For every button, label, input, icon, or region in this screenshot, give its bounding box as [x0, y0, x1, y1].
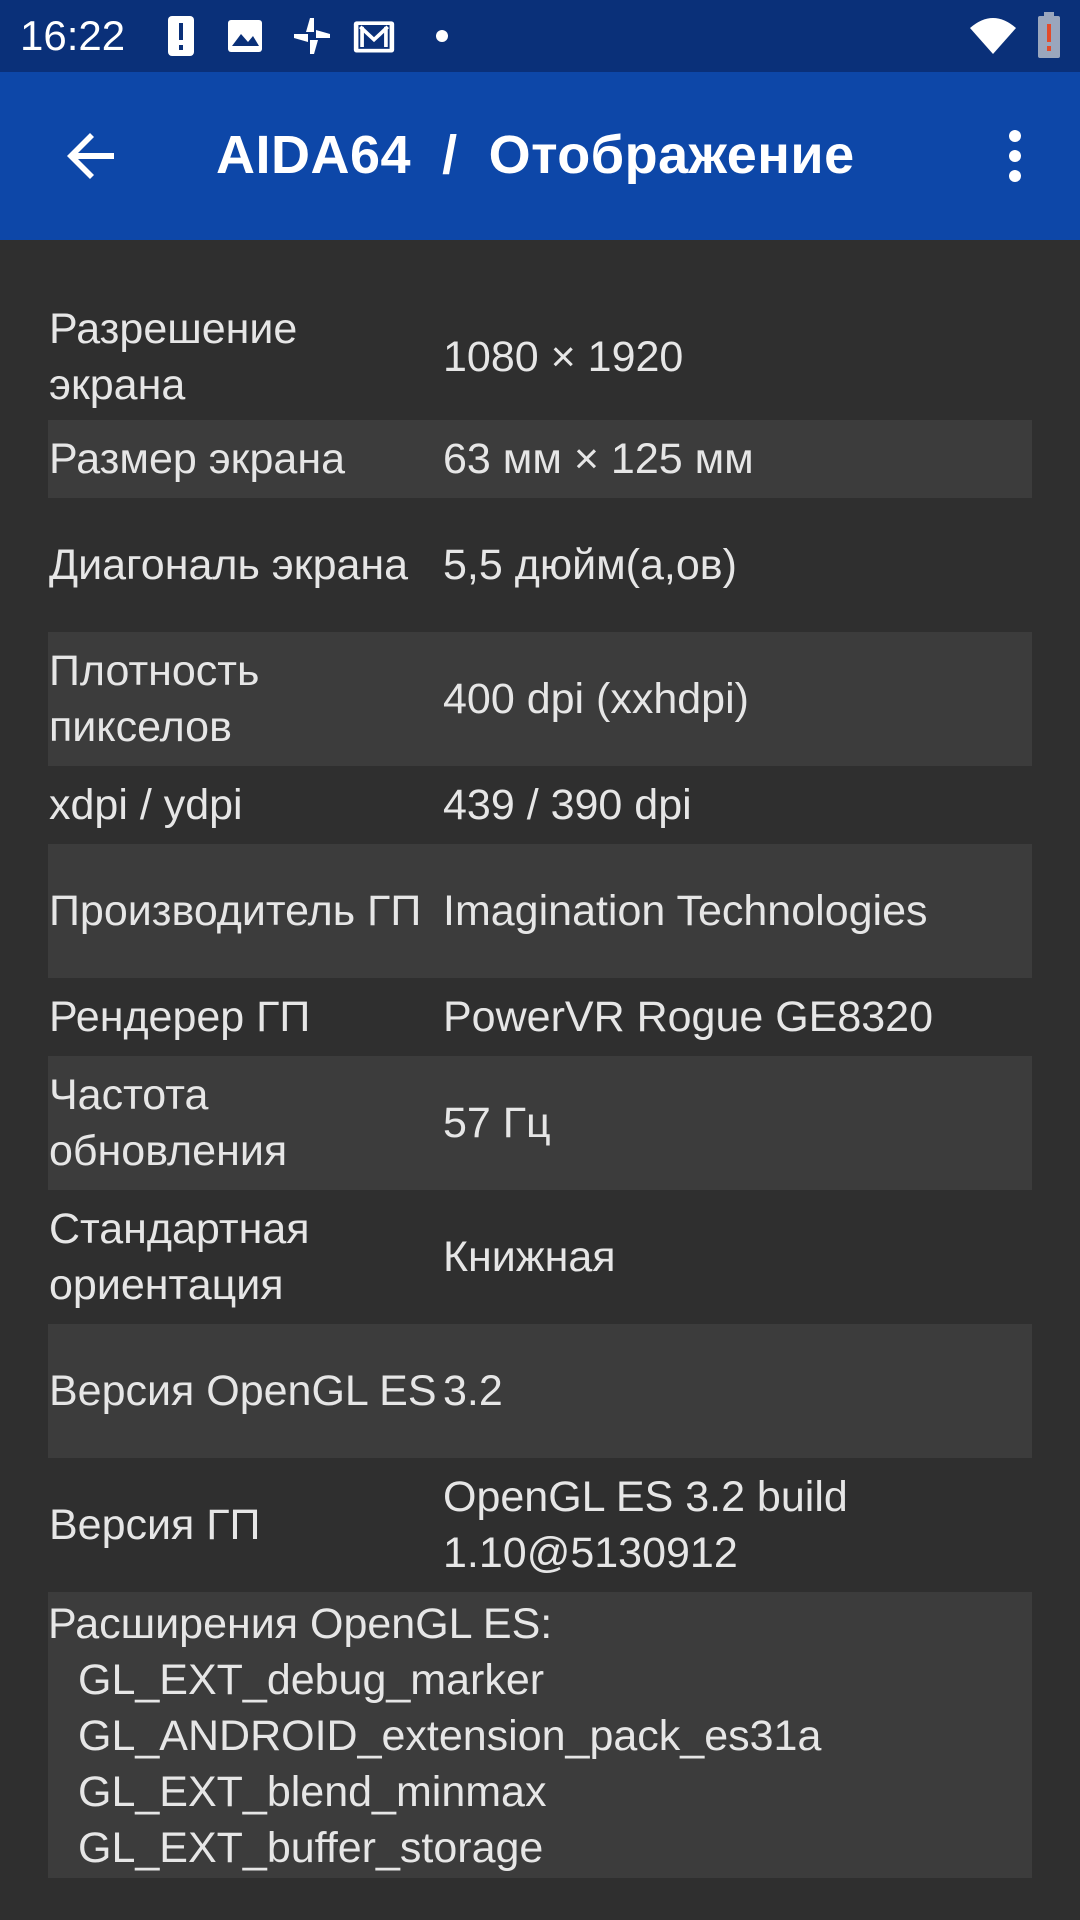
status-time: 16:22 [20, 12, 126, 59]
list-item-screen-size: Размер экрана 63 мм × 125 мм [48, 420, 1032, 498]
pinwheel-icon [294, 18, 330, 54]
row-value: PowerVR Rogue GE8320 [443, 993, 934, 1041]
status-bar: 16:22 [0, 0, 1080, 72]
row-label: Стандартная ориентация [49, 1205, 310, 1309]
row-label: Версия ГП [49, 1501, 261, 1549]
list-item-xdpi-ydpi: xdpi / ydpi 439 / 390 dpi [48, 766, 1032, 844]
row-value: 63 мм × 125 мм [443, 435, 754, 483]
info-list: Разрешение экрана 1080 × 1920 Размер экр… [48, 294, 1032, 1878]
row-label: Размер экрана [49, 435, 345, 483]
row-label: Разрешение экрана [49, 305, 298, 409]
row-label: Частота обновления [49, 1071, 288, 1175]
list-item-opengl-es-version: Версия OpenGL ES 3.2 [48, 1324, 1032, 1458]
list-item-gpu-version: Версия ГП OpenGL ES 3.2 build 1.10@51309… [48, 1458, 1032, 1592]
row-label: xdpi / ydpi [49, 781, 243, 829]
extension-item: GL_ANDROID_extension_pack_es31a [78, 1712, 822, 1760]
battery-alert-icon [1038, 12, 1060, 58]
wifi-icon [970, 18, 1016, 54]
row-value: 1080 × 1920 [443, 333, 684, 381]
row-label: Версия OpenGL ES [49, 1367, 437, 1415]
row-value: 3.2 [443, 1367, 503, 1415]
list-item-default-orientation: Стандартная ориентация Книжная [48, 1190, 1032, 1324]
row-value: 439 / 390 dpi [443, 781, 692, 829]
row-value: 5,5 дюйм(а,ов) [443, 541, 737, 589]
list-item-screen-resolution: Разрешение экрана 1080 × 1920 [48, 294, 1032, 420]
list-item-pixel-density: Плотность пикселов 400 dpi (xxhdpi) [48, 632, 1032, 766]
gmail-icon [353, 21, 395, 53]
list-item-screen-diagonal: Диагональ экрана 5,5 дюйм(а,ов) [48, 498, 1032, 632]
overflow-menu-button[interactable] [990, 116, 1040, 196]
list-item-gpu-vendor: Производитель ГП Imagination Technologie… [48, 844, 1032, 978]
row-label: Плотность пикселов [49, 647, 260, 751]
page-title: AIDA64 / Отображение [216, 125, 855, 185]
extension-item: GL_EXT_debug_marker [78, 1656, 545, 1704]
list-item-gpu-renderer: Рендерер ГП PowerVR Rogue GE8320 [48, 978, 1032, 1056]
alert-icon [168, 16, 194, 56]
dot-icon [436, 30, 448, 42]
back-button[interactable] [52, 116, 132, 196]
extension-item: GL_EXT_blend_minmax [78, 1768, 547, 1816]
row-label: Производитель ГП [49, 887, 422, 935]
opengl-extensions-block: Расширения OpenGL ES: GL_EXT_debug_marke… [48, 1592, 1032, 1878]
row-value: 400 dpi (xxhdpi) [443, 675, 749, 723]
row-value: Imagination Technologies [443, 887, 928, 935]
row-value: Книжная [443, 1233, 616, 1281]
arrow-back-icon [67, 133, 114, 179]
list-item-refresh-rate: Частота обновления 57 Гц [48, 1056, 1032, 1190]
row-value: OpenGL ES 3.2 build 1.10@5130912 [443, 1473, 848, 1577]
image-icon [228, 20, 262, 52]
extension-item: GL_EXT_buffer_storage [78, 1824, 544, 1872]
more-vert-icon [1009, 130, 1021, 182]
row-label: Диагональ экрана [49, 541, 409, 589]
app-bar: AIDA64 / Отображение [0, 72, 1080, 240]
extensions-title: Расширения OpenGL ES: [48, 1600, 553, 1648]
row-label: Рендерер ГП [49, 993, 311, 1041]
row-value: 57 Гц [443, 1099, 551, 1147]
